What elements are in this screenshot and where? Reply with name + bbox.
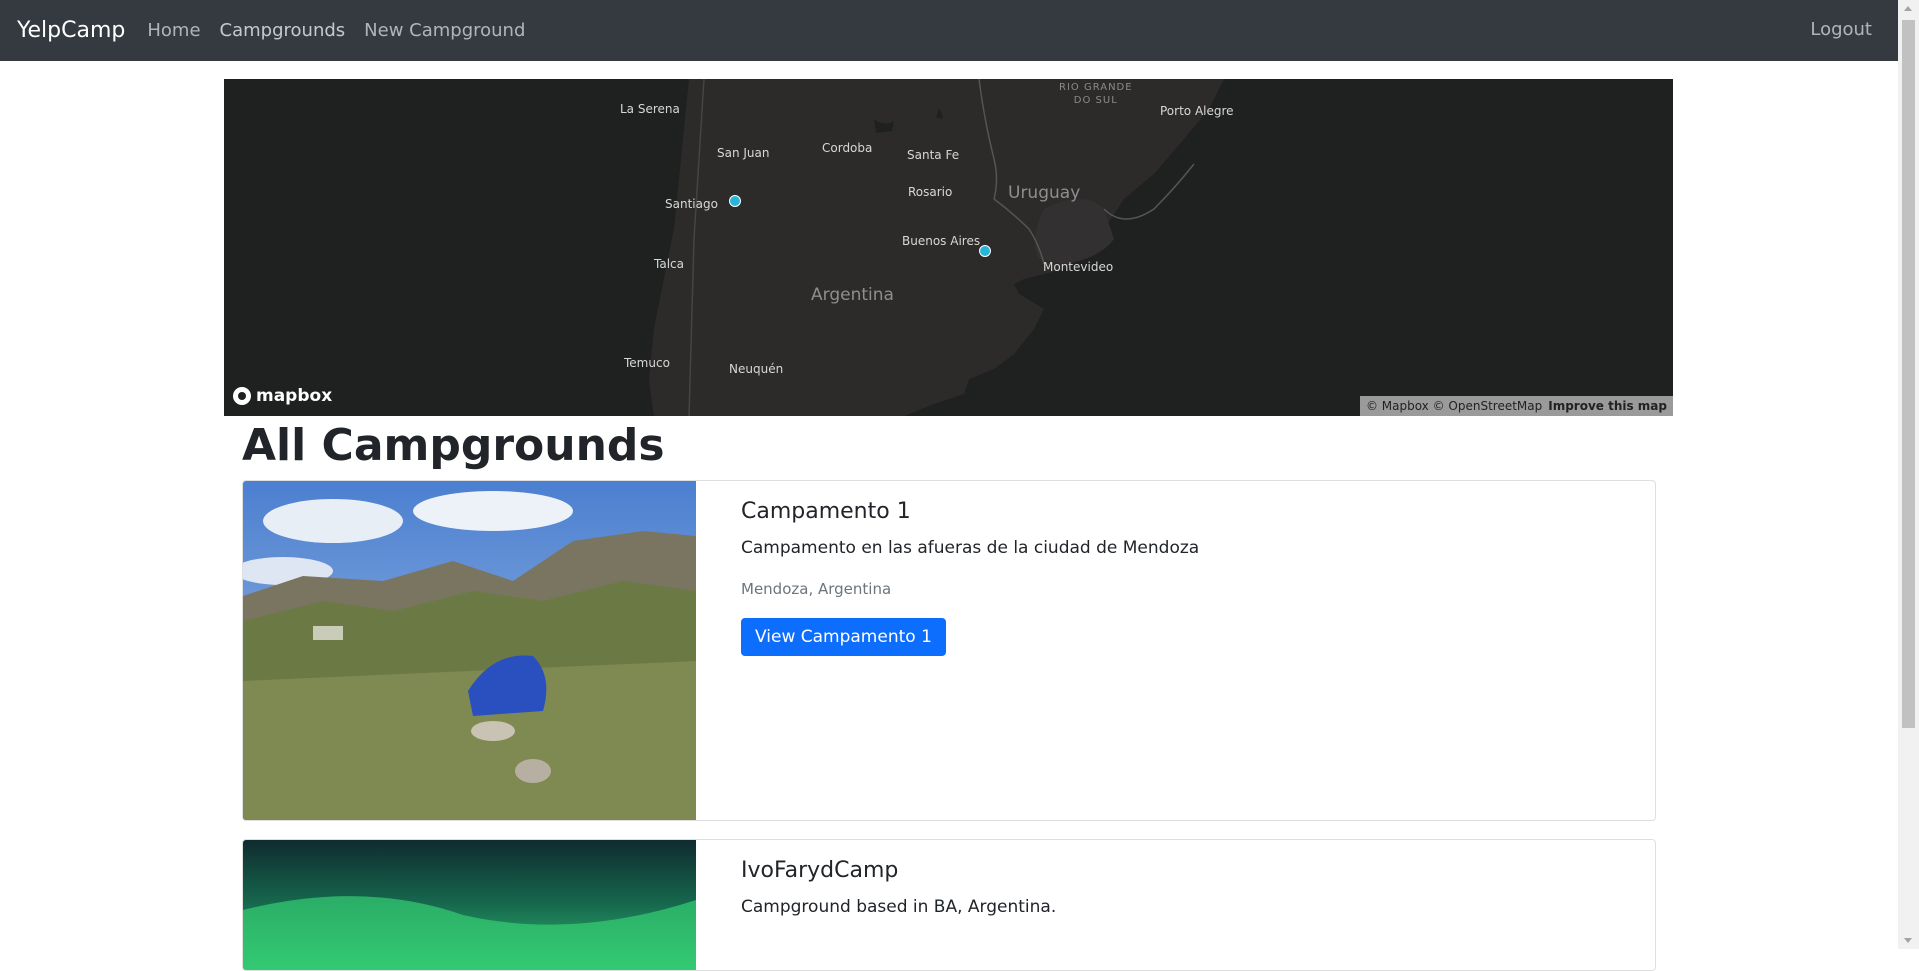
scrollbar[interactable] [1898, 0, 1919, 949]
map-attribution: © Mapbox © OpenStreetMap Improve this ma… [1359, 396, 1673, 416]
nav-link-home[interactable]: Home [147, 20, 200, 41]
scroll-up-icon[interactable] [1904, 6, 1912, 11]
card-title: IvoFarydCamp [741, 858, 899, 883]
nav-link-campgrounds[interactable]: Campgrounds [220, 20, 346, 41]
map-label-san-juan: San Juan [717, 146, 770, 160]
mapbox-icon [233, 387, 251, 405]
campground-image [243, 840, 696, 970]
brand-link[interactable]: YelpCamp [17, 18, 125, 43]
map-label-montevideo: Montevideo [1043, 260, 1114, 274]
campground-card: IvoFarydCamp Campground based in BA, Arg… [242, 839, 1656, 971]
scroll-down-icon[interactable] [1904, 938, 1912, 943]
map-label-uruguay: Uruguay [1008, 183, 1081, 203]
map-marker-buenos-aires[interactable] [979, 245, 991, 257]
attribution-text[interactable]: © Mapbox © OpenStreetMap [1366, 399, 1542, 413]
map-label-porto-alegre: Porto Alegre [1160, 104, 1234, 118]
mapbox-logo[interactable]: mapbox [233, 386, 332, 406]
map-label-rosario: Rosario [908, 185, 953, 199]
map-label-temuco: Temuco [624, 356, 670, 370]
map-label-neuquen: Neuquén [729, 362, 784, 376]
map-label-la-serena: La Serena [620, 102, 680, 116]
card-title: Campamento 1 [741, 499, 911, 524]
cluster-map[interactable]: La Serena San Juan Cordoba Santa Fe RIO … [224, 79, 1673, 416]
card-body: IvoFarydCamp Campground based in BA, Arg… [741, 840, 1056, 917]
map-label-do-sul: DO SUL [1073, 95, 1118, 106]
map-marker-mendoza[interactable] [729, 195, 741, 207]
map-label-cordoba: Cordoba [822, 141, 873, 155]
map-label-santa-fe: Santa Fe [907, 148, 960, 162]
card-body: Campamento 1 Campamento en las afueras d… [741, 481, 1199, 656]
map-label-talca: Talca [654, 257, 684, 271]
campground-image [243, 481, 696, 820]
card-location: Mendoza, Argentina [741, 580, 892, 598]
logout-link[interactable]: Logout [1810, 19, 1872, 40]
scroll-thumb[interactable] [1902, 20, 1915, 728]
map-label-rio-grande: RIO GRANDE [1059, 82, 1133, 93]
map-label-rio-grande-do-sul: RIO GRANDE DO SUL [1059, 81, 1133, 107]
nav-link-new-campground[interactable]: New Campground [364, 20, 525, 41]
view-campground-button[interactable]: View Campamento 1 [741, 618, 946, 656]
mapbox-wordmark: mapbox [256, 386, 333, 406]
card-description: Campground based in BA, Argentina. [741, 897, 1057, 917]
map-label-argentina: Argentina [811, 285, 894, 305]
page-title: All Campgrounds [242, 420, 665, 471]
improve-map-link[interactable]: Improve this map [1548, 399, 1667, 413]
map-label-santiago: Santiago [665, 197, 718, 211]
campground-card: Campamento 1 Campamento en las afueras d… [242, 480, 1656, 821]
navbar: YelpCamp Home Campgrounds New Campground… [0, 0, 1898, 61]
card-description: Campamento en las afueras de la ciudad d… [741, 538, 1200, 558]
map-label-buenos-aires: Buenos Aires [902, 234, 981, 248]
